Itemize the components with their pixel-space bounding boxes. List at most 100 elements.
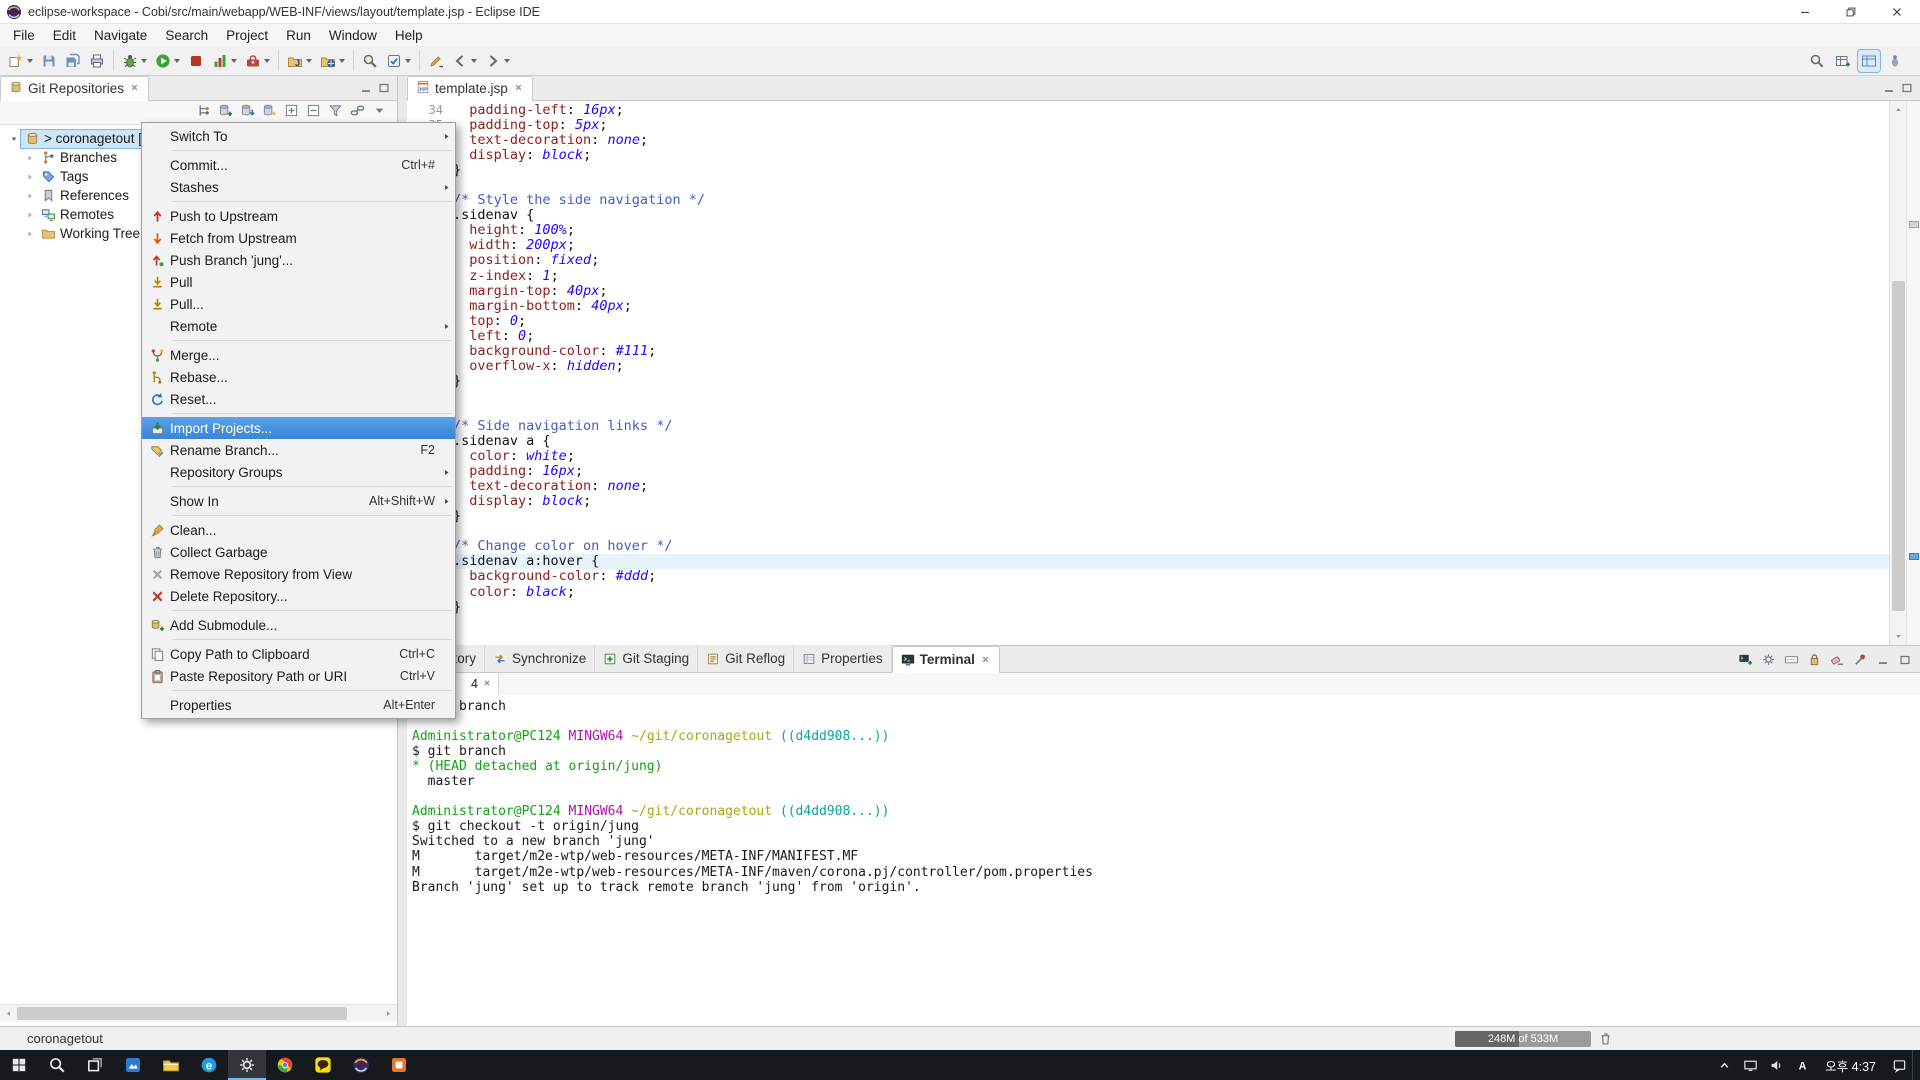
menu-item-switch-to[interactable]: Switch To [142,125,455,147]
menu-item-stashes[interactable]: Stashes [142,176,455,198]
menu-item-push-branch-jung[interactable]: Push Branch 'jung'... [142,249,455,271]
clone-repository-button[interactable] [240,103,255,123]
start-button[interactable] [0,1050,38,1080]
tree-collapsed-icon[interactable] [22,153,37,163]
hscroll-thumb[interactable] [17,1007,347,1020]
code-editor[interactable]: 34 padding-left: 16px;35 padding-top: 5p… [407,101,1920,645]
menu-window[interactable]: Window [320,24,386,46]
settings-button[interactable] [228,1050,266,1080]
menu-item-rename-branch[interactable]: Rename Branch...F2 [142,439,455,461]
save-button[interactable] [38,50,60,72]
tray-expand-button[interactable] [1711,1050,1737,1080]
tab-properties[interactable]: Properties [794,645,892,672]
menu-item-collect-garbage[interactable]: Collect Garbage [142,541,455,563]
terminal-settings-button[interactable] [1761,652,1776,672]
print-button[interactable] [86,50,108,72]
menu-item-repository-groups[interactable]: Repository Groups [142,461,455,483]
forward-button[interactable] [482,50,513,72]
debug-perspective-button[interactable] [1884,50,1906,72]
new-terminal-button[interactable] [1738,652,1753,672]
coverage-button[interactable] [209,50,240,72]
menu-item-clean[interactable]: Clean... [142,519,455,541]
menu-item-remote[interactable]: Remote [142,315,455,337]
chrome-button[interactable] [266,1050,304,1080]
menu-help[interactable]: Help [386,24,432,46]
app-orange-button[interactable] [380,1050,418,1080]
debug-button[interactable] [119,50,150,72]
java-ee-perspective-button[interactable] [1858,50,1880,72]
app-blue-button[interactable] [114,1050,152,1080]
window-restore-button[interactable] [1828,0,1874,23]
menu-run[interactable]: Run [277,24,320,46]
run-button[interactable] [152,50,183,72]
file-explorer-button[interactable] [152,1050,190,1080]
close-icon[interactable] [513,82,524,93]
create-repository-button[interactable] [262,103,277,123]
menu-edit[interactable]: Edit [44,24,85,46]
menu-item-copy-path-to-clipboard[interactable]: Copy Path to ClipboardCtrl+C [142,643,455,665]
tab-git-repositories[interactable]: Git Repositories [0,76,149,101]
scroll-lock-button[interactable] [1807,652,1822,672]
menu-project[interactable]: Project [217,24,277,46]
edge-button[interactable]: e [190,1050,228,1080]
vscroll-thumb[interactable] [1892,281,1905,611]
tree-collapsed-icon[interactable] [22,210,37,220]
menu-item-push-to-upstream[interactable]: Push to Upstream [142,205,455,227]
menu-item-delete-repository[interactable]: Delete Repository... [142,585,455,607]
garbage-collect-button[interactable] [1598,1031,1613,1049]
branch-hierarchy-button[interactable] [196,103,211,123]
add-repository-button[interactable] [218,103,233,123]
menu-item-remove-repository-from-view[interactable]: Remove Repository from View [142,563,455,585]
last-edit-location-button[interactable] [425,50,447,72]
menu-navigate[interactable]: Navigate [85,24,156,46]
new-web-module-button[interactable] [317,50,348,72]
menu-item-merge[interactable]: Merge... [142,344,455,366]
tray-volume-button[interactable] [1763,1050,1789,1080]
minimize-view-button[interactable] [359,81,373,100]
maximize-view-button[interactable] [1900,81,1914,100]
tab-git-staging[interactable]: Git Staging [595,645,698,672]
tree-collapsed-icon[interactable] [22,191,37,201]
menu-item-paste-repository-path-or-uri[interactable]: Paste Repository Path or URICtrl+V [142,665,455,687]
save-all-button[interactable] [62,50,84,72]
eclipse-button[interactable] [342,1050,380,1080]
maximize-view-button[interactable] [377,81,391,100]
tab-git-reflog[interactable]: Git Reflog [698,645,794,672]
menu-item-properties[interactable]: PropertiesAlt+Enter [142,694,455,716]
git-tree-hscrollbar[interactable] [0,1004,397,1022]
back-button[interactable] [449,50,480,72]
tree-expanded-icon[interactable] [6,134,21,144]
taskbar-clock[interactable]: 오후 4:37 [1815,1056,1886,1075]
tray-display-button[interactable] [1737,1050,1763,1080]
action-center-button[interactable] [1886,1050,1912,1080]
tab-synchronize[interactable]: Synchronize [485,645,595,672]
new-java-project-button[interactable]: J [284,50,315,72]
editor-vscrollbar[interactable] [1889,101,1907,645]
tab-terminal[interactable]: Terminal [892,646,1000,673]
tab-template-jsp[interactable]: JSP template.jsp [407,76,533,101]
filter-button[interactable] [328,103,343,123]
external-tools-button[interactable] [242,50,273,72]
tray-ime-button[interactable]: A [1789,1050,1815,1080]
expand-all-button[interactable] [284,103,299,123]
menu-item-pull[interactable]: Pull [142,271,455,293]
close-icon[interactable] [980,654,991,665]
view-menu-button[interactable] [372,103,387,123]
scroll-right-button[interactable] [380,1005,397,1022]
new-wizard-button[interactable] [5,50,36,72]
scroll-down-button[interactable] [1890,628,1907,645]
menu-item-fetch-from-upstream[interactable]: Fetch from Upstream [142,227,455,249]
scroll-left-button[interactable] [0,1005,17,1022]
close-icon[interactable] [482,678,492,688]
menu-item-add-submodule[interactable]: Add Submodule... [142,614,455,636]
menu-item-commit[interactable]: Commit...Ctrl+# [142,154,455,176]
taskbar-search-button[interactable] [38,1050,76,1080]
window-minimize-button[interactable] [1782,0,1828,23]
open-task-button[interactable] [383,50,414,72]
menu-item-reset[interactable]: Reset... [142,388,455,410]
menu-item-show-in[interactable]: Show InAlt+Shift+W [142,490,455,512]
command-input-button[interactable] [1784,652,1799,672]
link-with-selection-button[interactable] [350,103,365,123]
menu-item-rebase[interactable]: Rebase... [142,366,455,388]
tree-collapsed-icon[interactable] [22,229,37,239]
